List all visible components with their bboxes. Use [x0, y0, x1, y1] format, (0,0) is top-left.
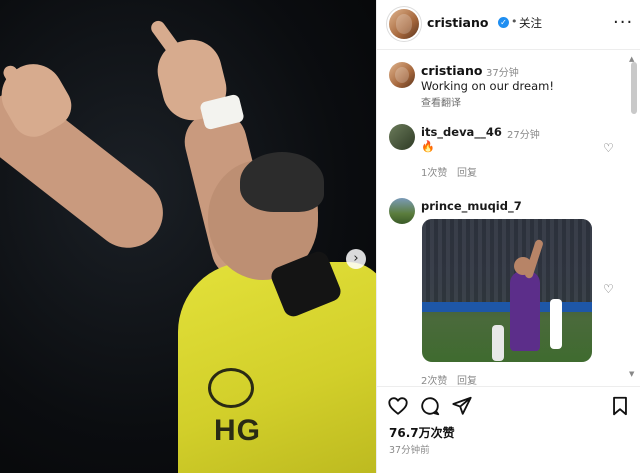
likes-count[interactable]: 76.7万次赞 — [389, 424, 455, 441]
comment-image[interactable] — [422, 219, 592, 362]
share-send-icon[interactable] — [451, 395, 473, 417]
post-photo[interactable]: HG › — [0, 0, 376, 473]
translate-link[interactable]: 查看翻译 — [421, 94, 461, 109]
comment-author[interactable]: prince_muqid_7 — [421, 199, 522, 213]
comment-reply-button[interactable]: 回复 — [457, 372, 477, 387]
save-bookmark-icon[interactable] — [609, 395, 631, 417]
comment-avatar[interactable] — [389, 198, 415, 224]
carousel-next-button[interactable]: › — [346, 249, 366, 269]
header-separator: • — [511, 15, 518, 28]
photo-jersey-logo — [208, 368, 254, 408]
comment-reply-button[interactable]: 回复 — [457, 164, 477, 179]
like-heart-icon[interactable] — [387, 395, 409, 417]
caption-text: Working on our dream! — [421, 79, 554, 93]
comment-text: 🔥 — [421, 140, 435, 153]
comment-time: 27分钟 — [507, 130, 540, 141]
comment-likes-count[interactable]: 1次赞 — [421, 164, 447, 179]
actions-divider — [377, 386, 640, 387]
comment-author[interactable]: its_deva__46 — [421, 125, 502, 139]
comment-likes-count[interactable]: 2次赞 — [421, 372, 447, 387]
post-header: cristiano ✓ • 关注 ··· — [377, 0, 640, 50]
comments-scrollbar[interactable] — [631, 62, 637, 114]
comment-like-heart-icon[interactable]: ♡ — [603, 141, 614, 155]
comment-avatar[interactable] — [389, 124, 415, 150]
author-username[interactable]: cristiano — [427, 15, 488, 30]
more-options-icon[interactable]: ··· — [613, 12, 633, 33]
post-side-panel: cristiano ✓ • 关注 ··· ▲ ▼ cristiano 37分钟 … — [376, 0, 640, 473]
verified-badge-icon: ✓ — [498, 17, 509, 28]
caption-author[interactable]: cristiano — [421, 63, 482, 78]
post-time-ago: 37分钟前 — [389, 445, 430, 456]
scroll-down-arrow-icon[interactable]: ▼ — [629, 370, 634, 378]
caption-time: 37分钟 — [486, 68, 519, 79]
author-avatar[interactable] — [389, 9, 419, 39]
caption-author-avatar[interactable] — [389, 62, 415, 88]
photo-jersey-text: HG — [214, 414, 261, 447]
follow-button[interactable]: 关注 — [519, 15, 542, 31]
photo-hair — [240, 152, 324, 212]
comment-bubble-icon[interactable] — [419, 395, 441, 417]
comment-like-heart-icon[interactable]: ♡ — [603, 282, 614, 296]
